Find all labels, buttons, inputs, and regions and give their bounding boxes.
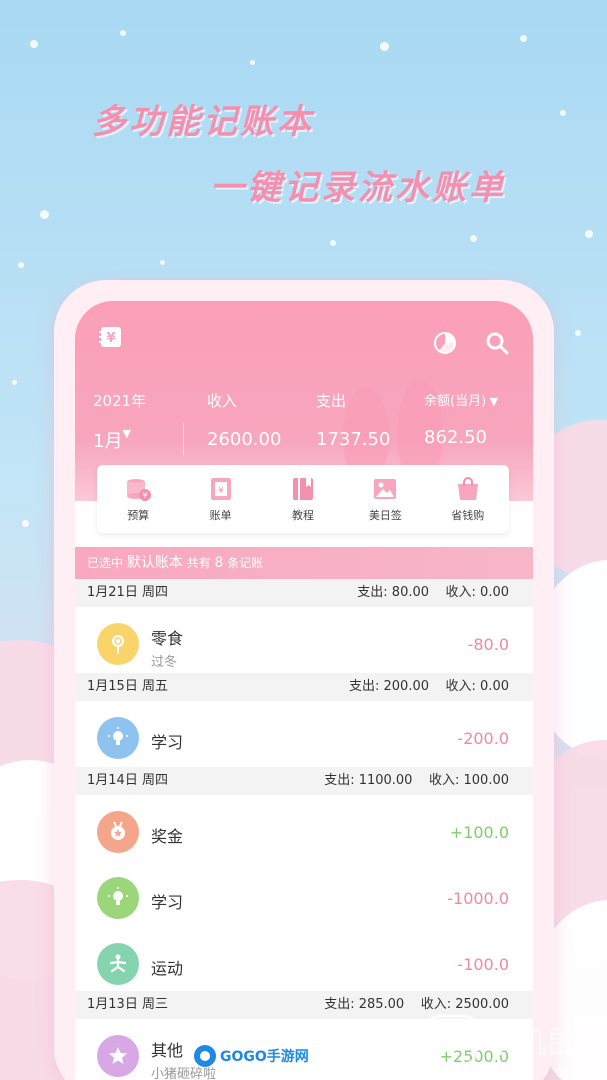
day-date: 1月14日 周四 bbox=[87, 773, 168, 788]
menu-label: 教程 bbox=[291, 509, 314, 522]
headline-line2: 一键记录流水账单 bbox=[210, 168, 506, 208]
book-name: 默认账本 bbox=[126, 555, 183, 571]
entry-amount: -1000.0 bbox=[447, 889, 509, 908]
divider bbox=[183, 423, 184, 455]
expense-value: 1737.50 bbox=[316, 429, 391, 450]
receipt-icon: ¥ bbox=[210, 478, 231, 500]
day-header: 1月21日 周四 支出: 80.00 收入: 0.00 bbox=[75, 579, 533, 607]
lightbulb-icon bbox=[97, 717, 139, 759]
day-header: 1月15日 周五 支出: 200.00 收入: 0.00 bbox=[75, 673, 533, 701]
entry-row[interactable]: 奖金 +100.0 bbox=[75, 799, 533, 865]
right-watermark: 手机鼠 bbox=[424, 1012, 576, 1068]
menu-item-save-shop[interactable]: 省钱购 bbox=[430, 475, 506, 523]
balance-selector[interactable]: 余额(当月) ▼ bbox=[424, 390, 498, 409]
balance-value: 862.50 bbox=[424, 427, 487, 448]
book-icon bbox=[292, 478, 313, 500]
entry-row[interactable]: 学习 -1000.0 bbox=[75, 865, 533, 931]
menu-label: 账单 bbox=[209, 509, 232, 522]
menu-label: 预算 bbox=[127, 509, 150, 522]
day-header: 1月14日 周四 支出: 1100.00 收入: 100.00 bbox=[75, 767, 533, 795]
record-count: 8 bbox=[214, 555, 224, 571]
category-name: 学习 bbox=[151, 733, 184, 752]
category-name: 运动 bbox=[151, 959, 184, 978]
income-label: 收入 bbox=[207, 392, 238, 410]
income-value: 2600.00 bbox=[207, 429, 282, 450]
category-name: 零食 bbox=[151, 629, 184, 648]
pie-chart-icon[interactable] bbox=[433, 331, 457, 359]
gogo-watermark-text: GOGO手游网 bbox=[220, 1049, 309, 1065]
count-suffix: 条记账 bbox=[227, 556, 264, 570]
lightbulb-icon bbox=[97, 877, 139, 919]
entry-note: 过冬 bbox=[151, 655, 178, 670]
entry-amount: -100.0 bbox=[457, 955, 509, 974]
svg-text:¥: ¥ bbox=[106, 331, 115, 346]
category-name: 其他 bbox=[151, 1041, 184, 1060]
balance-label: 余额(当月) bbox=[424, 394, 487, 409]
menu-item-bills[interactable]: ¥ 账单 bbox=[183, 475, 259, 523]
entry-row[interactable]: 学习 -200.0 bbox=[75, 705, 533, 771]
day-date: 1月15日 周五 bbox=[87, 679, 168, 694]
banner-prefix: 已选中 bbox=[87, 556, 124, 570]
yoga-icon bbox=[97, 943, 139, 985]
gogo-watermark: GOGO手游网 bbox=[192, 1043, 309, 1069]
expense-label: 支出 bbox=[316, 392, 347, 410]
search-icon[interactable] bbox=[485, 331, 509, 359]
entry-amount: +100.0 bbox=[449, 823, 509, 842]
gogo-logo-icon bbox=[194, 1045, 216, 1067]
menu-item-budget[interactable]: ¥ 预算 bbox=[100, 475, 176, 523]
count-prefix: 共有 bbox=[186, 556, 211, 570]
ledger-icon[interactable]: ¥ bbox=[99, 325, 123, 353]
day-summary: 支出: 80.00 收入: 0.00 bbox=[357, 585, 509, 600]
right-watermark-text: 手机鼠 bbox=[486, 1026, 576, 1061]
lollipop-icon bbox=[97, 623, 139, 665]
mouse-logo-icon bbox=[426, 1014, 478, 1066]
selected-book-banner[interactable]: 已选中 默认账本 共有 8 条记账 bbox=[75, 547, 533, 579]
chevron-down-icon: ▼ bbox=[486, 395, 499, 408]
headline-line1: 多功能记账本 bbox=[92, 102, 314, 142]
category-name: 学习 bbox=[151, 893, 184, 912]
menu-item-daily-sign[interactable]: 美日签 bbox=[347, 475, 423, 523]
menu-item-tutorial[interactable]: 教程 bbox=[265, 475, 341, 523]
year-label[interactable]: 2021年 bbox=[93, 390, 146, 411]
month-label: 1月 bbox=[93, 431, 123, 452]
month-selector[interactable]: 1月▼ bbox=[93, 427, 131, 453]
menu-label: 美日签 bbox=[368, 509, 402, 522]
menu-label: 省钱购 bbox=[451, 509, 485, 522]
svg-text:¥: ¥ bbox=[218, 486, 224, 496]
day-date: 1月13日 周三 bbox=[87, 997, 168, 1012]
shopping-bag-icon bbox=[457, 477, 478, 500]
entry-amount: -200.0 bbox=[457, 729, 509, 748]
chevron-down-icon: ▼ bbox=[122, 427, 131, 440]
app-screen: ¥ 2021年 1月▼ 收入 2600.00 支出 1737.50 余额(当月)… bbox=[75, 301, 533, 1080]
day-date: 1月21日 周四 bbox=[87, 585, 168, 600]
entry-amount: -80.0 bbox=[467, 635, 509, 654]
coins-icon: ¥ bbox=[127, 479, 152, 501]
image-icon bbox=[374, 479, 397, 499]
quick-menu: ¥ 预算 ¥ 账单 教程 美日签 省钱购 bbox=[97, 465, 509, 533]
star-icon bbox=[97, 1035, 139, 1077]
medal-icon bbox=[97, 811, 139, 853]
entry-row[interactable]: 零食 过冬 -80.0 bbox=[75, 611, 533, 677]
day-summary: 支出: 200.00 收入: 0.00 bbox=[349, 679, 509, 694]
day-summary: 支出: 1100.00 收入: 100.00 bbox=[324, 773, 509, 788]
svg-text:¥: ¥ bbox=[143, 491, 148, 500]
category-name: 奖金 bbox=[151, 827, 184, 846]
entry-row[interactable]: 运动 -100.0 bbox=[75, 931, 533, 997]
